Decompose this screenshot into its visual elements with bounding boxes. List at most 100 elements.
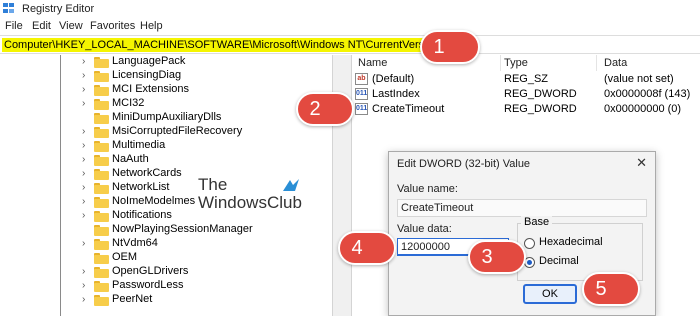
- folder-icon: [94, 253, 109, 264]
- value-name: LastIndex: [372, 88, 420, 100]
- tree-item-label: NaAuth: [112, 153, 149, 165]
- tree-item[interactable]: › NtVdm64: [82, 237, 330, 251]
- menu-favorites[interactable]: Favorites: [90, 20, 135, 32]
- callout-number: 2: [309, 98, 321, 120]
- tree-item[interactable]: MiniDumpAuxiliaryDlls: [82, 111, 330, 125]
- tree-item-label: NoImeModelmes: [112, 195, 196, 207]
- chevron-right-icon[interactable]: ›: [82, 279, 90, 292]
- value-data-label: Value data:: [397, 223, 452, 235]
- watermark-line1: The: [198, 175, 228, 194]
- column-separator[interactable]: [596, 55, 597, 71]
- menu-help[interactable]: Help: [140, 20, 163, 32]
- close-icon[interactable]: ✕: [636, 155, 647, 171]
- tree-item[interactable]: › MsiCorruptedFileRecovery: [82, 125, 330, 139]
- chevron-right-icon[interactable]: ›: [82, 153, 90, 166]
- window-title: Registry Editor: [22, 3, 95, 15]
- address-bar[interactable]: Computer\HKEY_LOCAL_MACHINE\SOFTWARE\Mic…: [0, 35, 700, 54]
- value-row-selected[interactable]: 011 CreateTimeout REG_DWORD 0x00000000 (…: [352, 102, 700, 117]
- folder-icon: [94, 71, 109, 82]
- chevron-right-icon[interactable]: ›: [82, 167, 90, 180]
- value-name-label: Value name:: [397, 183, 458, 195]
- tree-item-label: PasswordLess: [112, 279, 184, 291]
- chevron-right-icon[interactable]: ›: [82, 83, 90, 96]
- chevron-right-icon[interactable]: ›: [82, 69, 90, 82]
- tree-item[interactable]: › PasswordLess: [82, 279, 330, 293]
- value-type: REG_DWORD: [504, 88, 577, 100]
- tree-item[interactable]: › OpenGLDrivers: [82, 265, 330, 279]
- tree-guide-line: [60, 55, 61, 316]
- registry-editor-icon: [3, 3, 15, 14]
- tree-item[interactable]: › LanguagePack: [82, 55, 330, 69]
- value-row[interactable]: 011 LastIndex REG_DWORD 0x0000008f (143): [352, 87, 700, 102]
- value-name-field: CreateTimeout: [397, 199, 647, 217]
- string-value-icon: ab: [355, 73, 368, 85]
- callout-number: 1: [433, 36, 445, 58]
- tree-item[interactable]: › NaAuth: [82, 153, 330, 167]
- folder-icon: [94, 57, 109, 68]
- hexadecimal-radio[interactable]: [524, 238, 535, 249]
- column-type-header[interactable]: Type: [504, 57, 528, 69]
- ok-button[interactable]: OK: [523, 284, 577, 304]
- folder-icon: [94, 225, 109, 236]
- tree-item-label: PeerNet: [112, 293, 153, 305]
- tree-item-label: NetworkCards: [112, 167, 182, 179]
- column-name-header[interactable]: Name: [358, 57, 387, 69]
- chevron-right-icon[interactable]: ›: [82, 195, 90, 208]
- column-data-header[interactable]: Data: [604, 57, 627, 69]
- dword-value-icon: 011: [355, 103, 368, 115]
- tree-item[interactable]: › PeerNet: [82, 293, 330, 307]
- tree-item[interactable]: › MCI Extensions: [82, 83, 330, 97]
- folder-icon: [94, 127, 109, 138]
- chevron-right-icon[interactable]: ›: [82, 237, 90, 250]
- chevron-right-icon[interactable]: ›: [82, 293, 90, 306]
- tree-item-label: Multimedia: [112, 139, 166, 151]
- chevron-right-icon[interactable]: ›: [82, 97, 90, 110]
- tree-item[interactable]: OEM: [82, 251, 330, 265]
- value-data: 0x0000008f (143): [604, 88, 691, 100]
- watermark-line2: WindowsClub: [198, 193, 302, 212]
- chevron-right-icon[interactable]: ›: [82, 181, 90, 194]
- decimal-label[interactable]: Decimal: [539, 255, 579, 267]
- value-type: REG_DWORD: [504, 103, 577, 115]
- column-separator[interactable]: [500, 55, 501, 71]
- folder-icon: [94, 155, 109, 166]
- folder-icon: [94, 113, 109, 124]
- tree-item-label: OEM: [112, 251, 138, 263]
- bird-logo-icon: [283, 179, 299, 191]
- tree-item-label: LanguagePack: [112, 55, 186, 67]
- folder-icon: [94, 99, 109, 110]
- callout-3: 3: [468, 240, 526, 274]
- tree-item-label: NowPlayingSessionManager: [112, 223, 253, 235]
- folder-icon: [94, 141, 109, 152]
- menu-view[interactable]: View: [59, 20, 83, 32]
- dword-value-icon: 011: [355, 88, 368, 100]
- tree-item-label: NtVdm64: [112, 237, 158, 249]
- chevron-right-icon[interactable]: ›: [82, 55, 90, 68]
- address-path[interactable]: Computer\HKEY_LOCAL_MACHINE\SOFTWARE\Mic…: [2, 38, 466, 52]
- tree-item-label: MCI32: [112, 97, 145, 109]
- tree-item[interactable]: › Multimedia: [82, 139, 330, 153]
- tree-item[interactable]: › MCI32: [82, 97, 330, 111]
- chevron-right-icon[interactable]: ›: [82, 265, 90, 278]
- value-row[interactable]: ab (Default) REG_SZ (value not set): [352, 72, 700, 87]
- folder-icon: [94, 295, 109, 306]
- callout-4: 4: [338, 231, 396, 265]
- tree-item-label: LicensingDiag: [112, 69, 182, 81]
- folder-icon: [94, 183, 109, 194]
- tree-item[interactable]: › LicensingDiag: [82, 69, 330, 83]
- folder-icon: [94, 169, 109, 180]
- folder-icon: [94, 239, 109, 250]
- menu-edit[interactable]: Edit: [32, 20, 51, 32]
- dialog-title: Edit DWORD (32-bit) Value: [397, 158, 531, 170]
- tree-item-label: NetworkList: [112, 181, 170, 193]
- base-label: Base: [521, 216, 553, 228]
- chevron-right-icon[interactable]: ›: [82, 139, 90, 152]
- menu-file[interactable]: File: [5, 20, 23, 32]
- tree-item-label: Notifications: [112, 209, 172, 221]
- hexadecimal-label[interactable]: Hexadecimal: [539, 236, 603, 248]
- chevron-right-icon[interactable]: ›: [82, 209, 90, 222]
- tree-item[interactable]: NowPlayingSessionManager: [82, 223, 330, 237]
- tree-item-label: MiniDumpAuxiliaryDlls: [112, 111, 222, 123]
- value-name: (Default): [372, 73, 415, 85]
- chevron-right-icon[interactable]: ›: [82, 125, 90, 138]
